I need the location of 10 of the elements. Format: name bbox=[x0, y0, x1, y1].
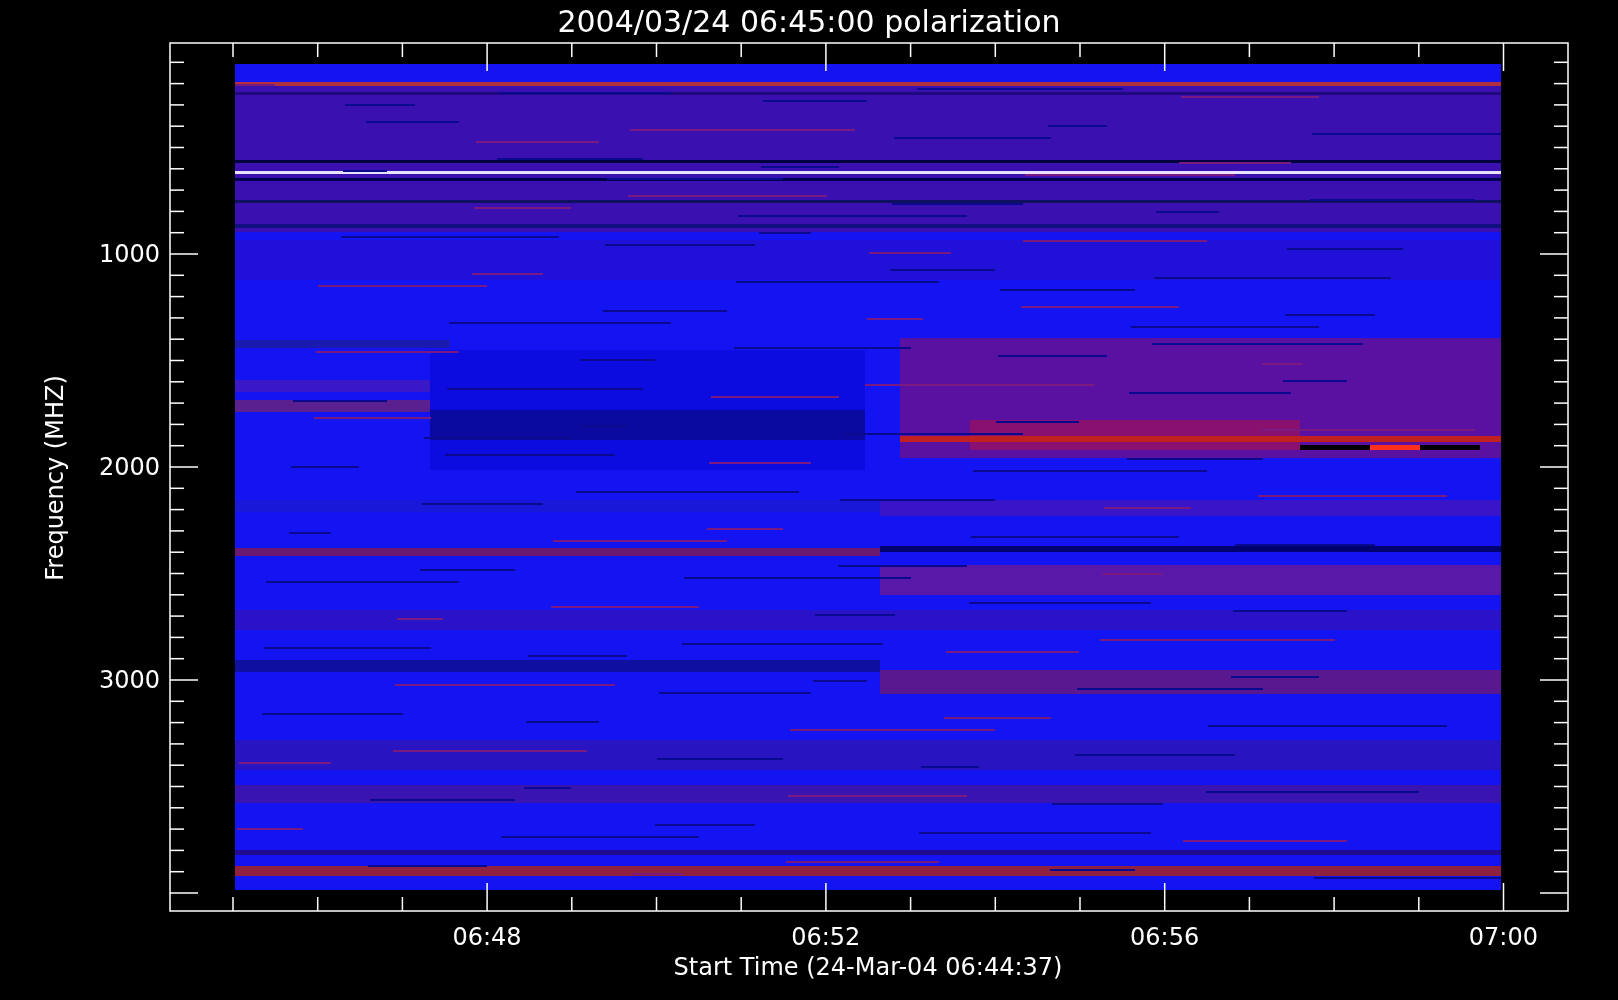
y-tick-label: 2000 bbox=[98, 453, 160, 481]
chart-title: 2004/03/24 06:45:00 polarization bbox=[557, 4, 1061, 39]
y-tick-label: 1000 bbox=[98, 240, 160, 268]
y-tick-label: 3000 bbox=[98, 666, 160, 694]
x-tick-label: 07:00 bbox=[1468, 923, 1538, 951]
x-tick-label: 06:56 bbox=[1130, 923, 1200, 951]
x-axis-label: Start Time (24-Mar-04 06:44:37) bbox=[673, 953, 1063, 981]
y-axis-label: Frequency (MHZ) bbox=[41, 375, 69, 581]
x-tick-label: 06:48 bbox=[452, 923, 522, 951]
x-tick-label: 06:52 bbox=[791, 923, 861, 951]
